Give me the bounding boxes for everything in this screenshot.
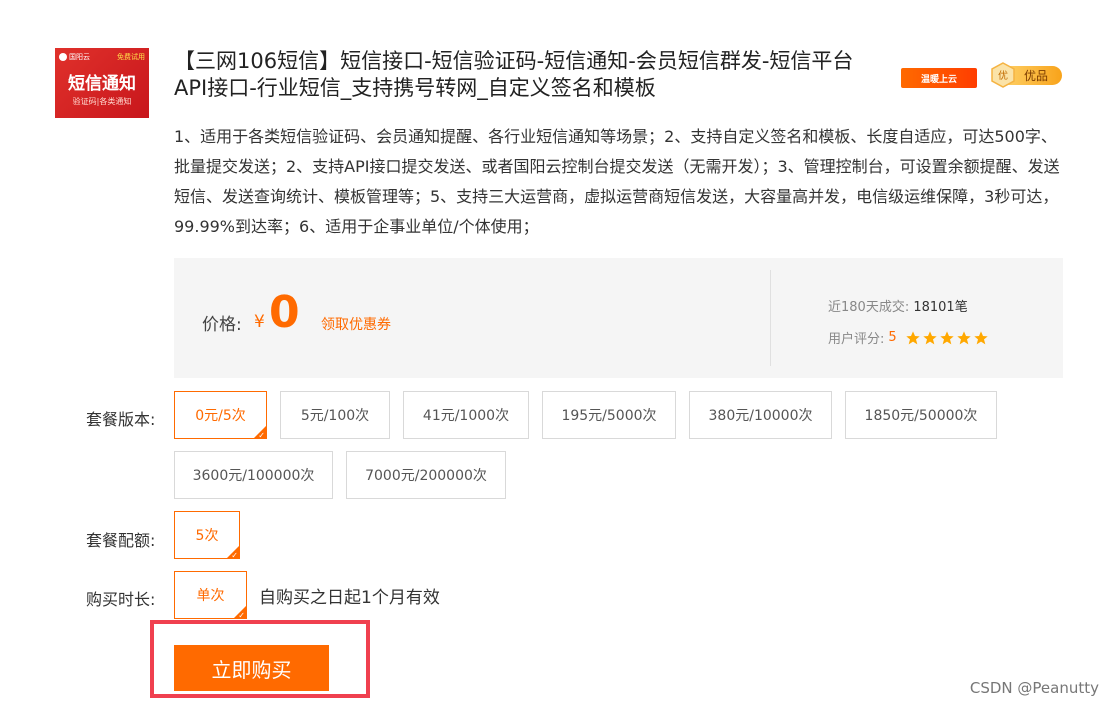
rating-label: 用户评分: xyxy=(828,332,885,347)
star-icon xyxy=(974,330,988,344)
price-value: 0 xyxy=(269,287,300,338)
product-thumbnail[interactable]: 国阳云 免费试用 短信通知 验证码|各类通知 xyxy=(55,48,149,118)
price-panel: 价格: ¥ 0 领取优惠券 近180天成交: 18101笔 用户评分: 5 xyxy=(174,258,1063,378)
premium-hex-icon: 优 xyxy=(991,62,1015,88)
cloud-badge: 温暖上云 xyxy=(901,68,977,88)
quota-label: 套餐配额: xyxy=(86,531,156,550)
star-icon xyxy=(906,330,920,344)
plan-version-label: 套餐版本: xyxy=(86,410,156,429)
plan-option-7[interactable]: 7000元/200000次 xyxy=(346,451,506,499)
thumb-main-text: 短信通知 xyxy=(68,74,136,94)
star-icon xyxy=(957,330,971,344)
sales-stat: 近180天成交: 18101笔 xyxy=(828,296,968,315)
watermark: CSDN @Peanutty xyxy=(969,679,1099,697)
rating-stars xyxy=(905,330,989,346)
thumb-sub-text: 验证码|各类通知 xyxy=(72,97,132,106)
plan-option-0[interactable]: 0元/5次 xyxy=(174,391,267,439)
duration-label: 购买时长: xyxy=(86,590,156,609)
premium-badge: 优品 优 xyxy=(990,62,1062,88)
plan-option-1[interactable]: 5元/100次 xyxy=(280,391,390,439)
plan-option-5[interactable]: 1850元/50000次 xyxy=(845,391,997,439)
price-divider xyxy=(770,270,771,366)
price-currency: ¥ xyxy=(254,312,265,332)
plan-option-3[interactable]: 195元/5000次 xyxy=(542,391,676,439)
rating-stat: 用户评分: 5 xyxy=(828,328,989,347)
product-description: 1、适用于各类短信验证码、会员通知提醒、各行业短信通知等场景；2、支持自定义签名… xyxy=(174,127,1060,236)
quota-option[interactable]: 5次 xyxy=(174,511,240,559)
coupon-link[interactable]: 领取优惠券 xyxy=(321,314,391,334)
rating-value: 5 xyxy=(888,330,897,345)
buy-now-button[interactable]: 立即购买 xyxy=(174,645,329,691)
thumb-brand: 国阳云 xyxy=(59,52,90,62)
sales-value: 18101笔 xyxy=(913,300,968,315)
star-icon xyxy=(940,330,954,344)
premium-hex-text: 优 xyxy=(998,69,1008,82)
sales-label: 近180天成交: xyxy=(828,300,910,315)
thumb-tag: 免费试用 xyxy=(117,53,145,61)
star-icon xyxy=(923,330,937,344)
thumb-brand-text: 国阳云 xyxy=(69,53,90,61)
product-title[interactable]: 【三网106短信】短信接口-短信验证码-短信通知-会员短信群发-短信平台API接… xyxy=(174,48,884,102)
plan-option-4[interactable]: 380元/10000次 xyxy=(689,391,832,439)
duration-option[interactable]: 单次 xyxy=(174,571,247,619)
plan-option-2[interactable]: 41元/1000次 xyxy=(403,391,529,439)
duration-note: 自购买之日起1个月有效 xyxy=(259,588,440,608)
brand-logo-icon xyxy=(59,53,67,61)
plan-option-6[interactable]: 3600元/100000次 xyxy=(174,451,333,499)
price-label: 价格: xyxy=(202,315,242,335)
